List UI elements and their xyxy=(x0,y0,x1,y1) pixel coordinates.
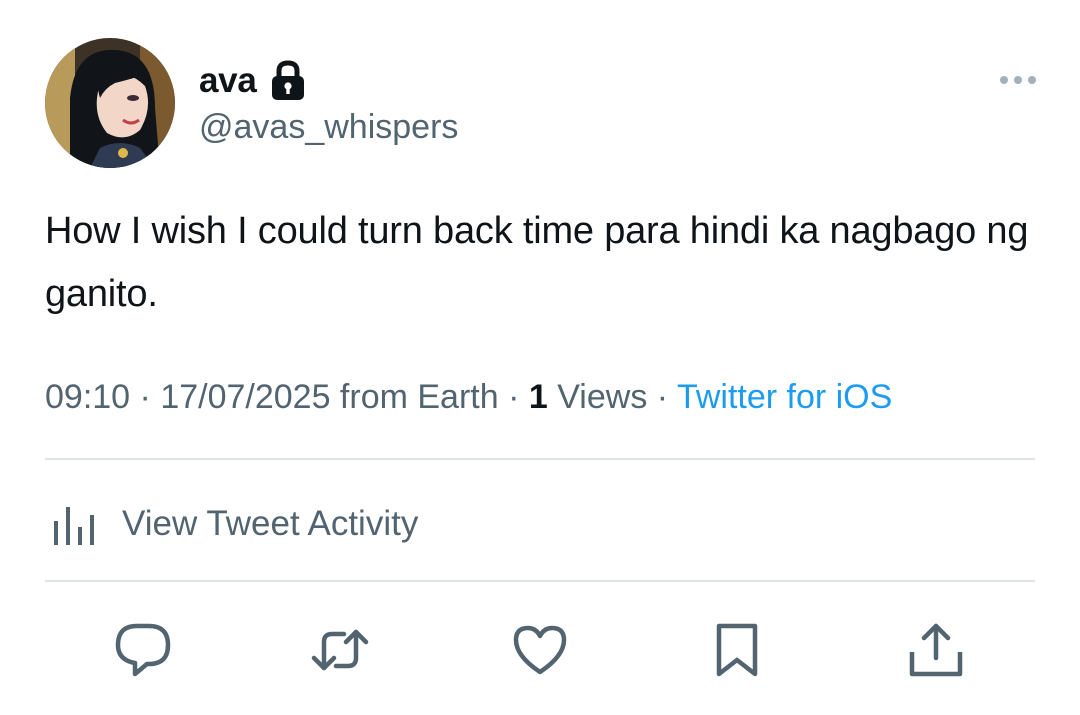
more-options-icon[interactable] xyxy=(996,68,1040,92)
lock-icon xyxy=(269,60,307,102)
retweet-button[interactable] xyxy=(310,620,370,680)
meta-separator: · xyxy=(647,378,677,416)
tweet-meta: 09:10 · 17/07/2025 from Earth · 1 Views … xyxy=(45,378,892,417)
tweet-time[interactable]: 09:10 xyxy=(45,378,130,416)
divider xyxy=(45,458,1035,460)
heart-icon xyxy=(513,625,567,675)
tweet-text: How I wish I could turn back time para h… xyxy=(45,210,1029,315)
author-name-row: ava xyxy=(199,58,307,104)
handle[interactable]: @avas_whispers xyxy=(199,108,458,147)
views-count[interactable]: 1 xyxy=(529,378,548,416)
bookmark-button[interactable] xyxy=(707,620,767,680)
view-tweet-activity-label: View Tweet Activity xyxy=(122,504,419,543)
bar-chart-icon xyxy=(50,499,100,549)
meta-separator: · xyxy=(130,378,161,416)
divider xyxy=(45,580,1035,582)
bookmark-icon xyxy=(716,623,758,677)
tweet-source-link[interactable]: Twitter for iOS xyxy=(677,378,892,416)
retweet-icon xyxy=(311,629,369,671)
views-label[interactable]: Views xyxy=(548,378,647,416)
display-name[interactable]: ava xyxy=(199,61,257,101)
share-icon xyxy=(909,623,963,677)
view-tweet-activity-button[interactable]: View Tweet Activity xyxy=(50,498,418,550)
tweet-date[interactable]: 17/07/2025 xyxy=(160,378,330,416)
reply-icon xyxy=(115,623,171,677)
avatar[interactable] xyxy=(45,38,175,168)
meta-separator: · xyxy=(498,378,529,416)
cartoon-woman-avatar xyxy=(45,38,175,168)
share-button[interactable] xyxy=(906,620,966,680)
like-button[interactable] xyxy=(510,620,570,680)
tweet-location: from Earth xyxy=(330,378,499,416)
reply-button[interactable] xyxy=(113,620,173,680)
